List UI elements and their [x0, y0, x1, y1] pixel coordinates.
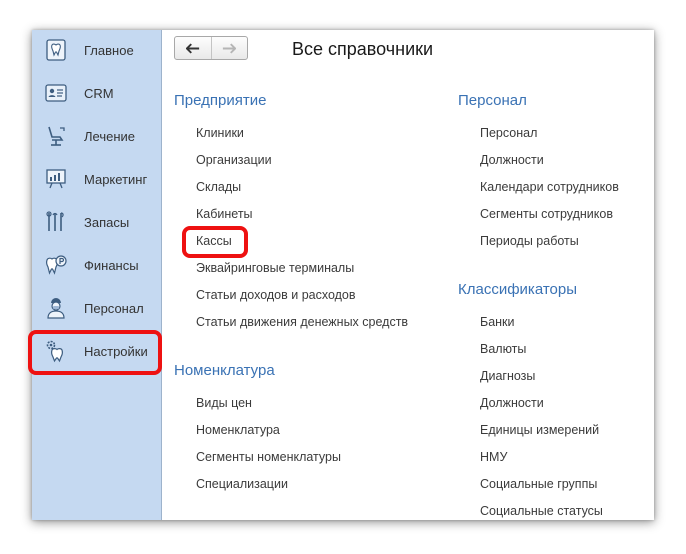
link-acquiring-terminals[interactable]: Эквайринговые терминалы	[196, 261, 354, 275]
sidebar-item-finance[interactable]: Финансы	[32, 245, 161, 285]
sidebar-item-label: CRM	[84, 85, 114, 101]
sidebar-item-stock[interactable]: Запасы	[32, 202, 161, 242]
link-income-expense-items[interactable]: Статьи доходов и расходов	[196, 288, 356, 302]
sidebar-item-marketing[interactable]: Маркетинг	[32, 159, 161, 199]
link-warehouses[interactable]: Склады	[196, 180, 241, 194]
highlight-settings-annotation	[28, 330, 162, 375]
link-units-of-measure[interactable]: Единицы измерений	[480, 423, 599, 437]
history-nav	[174, 36, 248, 60]
crm-card-icon	[44, 81, 68, 105]
forward-button[interactable]	[212, 37, 248, 59]
sidebar-item-label: Лечение	[84, 128, 136, 144]
section-title-classifiers: Классификаторы	[458, 281, 578, 298]
sidebar-item-label: Финансы	[84, 257, 139, 273]
sidebar: Главное CRM Лечение Маркетинг Запасы Фин…	[32, 30, 162, 520]
highlight-cash-desks-annotation	[182, 226, 248, 258]
section-title-enterprise: Предприятие	[174, 92, 267, 109]
link-specializations[interactable]: Специализации	[196, 477, 288, 491]
link-banks[interactable]: Банки	[480, 315, 515, 329]
link-social-groups[interactable]: Социальные группы	[480, 477, 597, 491]
link-cash-flow-items[interactable]: Статьи движения денежных средств	[196, 315, 408, 329]
sidebar-item-personnel[interactable]: Персонал	[32, 288, 161, 328]
link-positions[interactable]: Должности	[480, 153, 544, 167]
link-classifier-positions[interactable]: Должности	[480, 396, 544, 410]
dental-chair-icon	[44, 124, 68, 148]
sidebar-item-label: Персонал	[84, 300, 144, 316]
presentation-board-icon	[44, 167, 68, 191]
sidebar-item-main[interactable]: Главное	[32, 30, 161, 70]
link-nomenclature[interactable]: Номенклатура	[196, 423, 280, 437]
sidebar-item-crm[interactable]: CRM	[32, 73, 161, 113]
doctor-icon	[44, 296, 68, 320]
section-title-personnel: Персонал	[458, 92, 527, 109]
link-currencies[interactable]: Валюты	[480, 342, 526, 356]
section-title-nomenclature: Номенклатура	[174, 362, 275, 379]
link-social-statuses[interactable]: Социальные статусы	[480, 504, 603, 518]
link-cabinets[interactable]: Кабинеты	[196, 207, 253, 221]
arrow-right-icon	[223, 42, 237, 54]
link-employee-segments[interactable]: Сегменты сотрудников	[480, 207, 613, 221]
dental-tools-icon	[44, 210, 68, 234]
back-button[interactable]	[175, 37, 212, 59]
link-price-types[interactable]: Виды цен	[196, 396, 252, 410]
link-nmu[interactable]: НМУ	[480, 450, 507, 464]
sidebar-item-label: Маркетинг	[84, 171, 148, 187]
link-personnel[interactable]: Персонал	[480, 126, 537, 140]
link-diagnoses[interactable]: Диагнозы	[480, 369, 535, 383]
link-clinics[interactable]: Клиники	[196, 126, 244, 140]
sidebar-item-label: Запасы	[84, 214, 130, 230]
link-work-periods[interactable]: Периоды работы	[480, 234, 579, 248]
arrow-left-icon	[185, 42, 199, 54]
page-title: Все справочники	[292, 39, 434, 59]
app-window: Главное CRM Лечение Маркетинг Запасы Фин…	[32, 30, 654, 520]
main-content: Все справочники Предприятие Клиники Орга…	[162, 30, 654, 520]
tooth-coin-icon	[44, 253, 68, 277]
sidebar-item-label: Главное	[84, 42, 134, 58]
sidebar-item-treatment[interactable]: Лечение	[32, 116, 161, 156]
link-employee-calendars[interactable]: Календари сотрудников	[480, 180, 619, 194]
home-tooth-icon	[44, 38, 68, 62]
link-nomenclature-segments[interactable]: Сегменты номенклатуры	[196, 450, 341, 464]
link-organizations[interactable]: Организации	[196, 153, 272, 167]
